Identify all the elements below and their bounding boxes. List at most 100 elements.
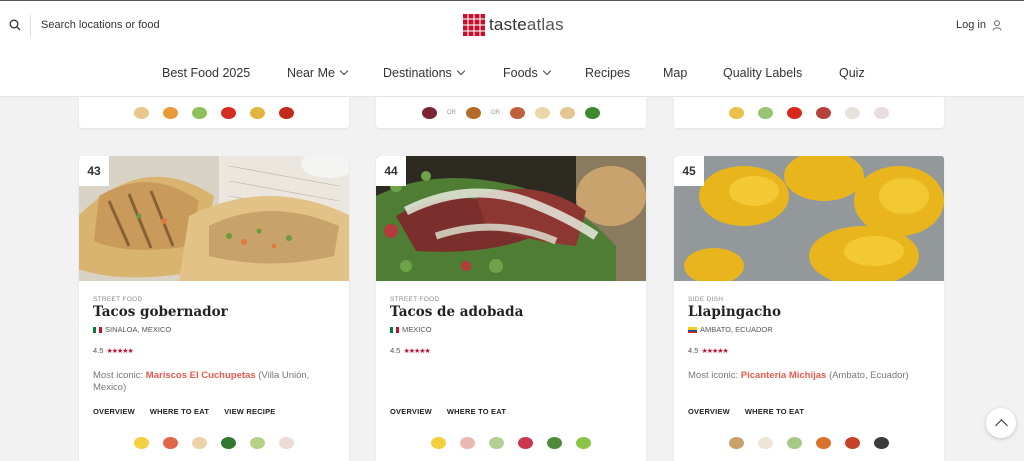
card-links: OVERVIEW WHERE TO EAT VIEW RECIPE xyxy=(93,407,275,416)
food-card[interactable]: 44 STREET FOOD Tacos de adobada MEXICO 4… xyxy=(376,156,646,461)
ecuador-flag-icon xyxy=(688,326,697,333)
ingredient-icon[interactable] xyxy=(518,437,533,449)
ingredient-icon[interactable] xyxy=(163,437,178,449)
search-icon[interactable] xyxy=(9,19,21,31)
rank-badge: 45 xyxy=(674,156,704,186)
nav-destinations[interactable]: Destinations xyxy=(383,66,466,80)
nav-label: Recipes xyxy=(585,66,631,80)
ingredient-icon[interactable] xyxy=(134,437,149,449)
login-button[interactable]: Log in xyxy=(956,19,1002,31)
tasteatlas-logo[interactable]: tasteatlas xyxy=(463,14,564,36)
main-nav: Best Food 2025 Near Me Destinations Food… xyxy=(0,50,1024,97)
ingredient-icon[interactable] xyxy=(221,437,236,449)
nav-foods[interactable]: Foods xyxy=(503,66,551,80)
ingredient-icon[interactable] xyxy=(874,437,889,449)
food-photo[interactable]: 43 xyxy=(79,156,349,281)
food-title[interactable]: Llapingacho xyxy=(688,304,781,320)
iconic-place-link[interactable]: Picantería Michijas xyxy=(741,370,827,381)
ingredient-icon[interactable] xyxy=(460,437,475,449)
food-photo[interactable]: 45 xyxy=(674,156,944,281)
ingredient-icon[interactable] xyxy=(510,107,525,119)
food-category: SIDE DISH xyxy=(688,296,724,303)
food-card[interactable]: 43 STREET FOOD Tacos gobernador SINALOA,… xyxy=(79,156,349,461)
ingredient-icon[interactable] xyxy=(466,107,481,119)
iconic-suffix: (Ambato, Ecuador) xyxy=(826,370,909,381)
previous-card-stub xyxy=(79,97,349,128)
search-input[interactable]: Search locations or food xyxy=(41,19,160,31)
nav-label: Map xyxy=(663,66,688,80)
mexico-flag-icon xyxy=(390,326,399,333)
ingredient-icon[interactable] xyxy=(729,107,744,119)
ingredient-icon[interactable] xyxy=(192,107,207,119)
overview-link[interactable]: OVERVIEW xyxy=(688,407,730,416)
food-photo[interactable]: 44 xyxy=(376,156,646,281)
logo-text-b: atlas xyxy=(526,15,564,34)
food-origin[interactable]: AMBATO, ECUADOR xyxy=(688,325,773,334)
ingredient-icon[interactable] xyxy=(787,107,802,119)
ingredient-icon[interactable] xyxy=(758,107,773,119)
card-links: OVERVIEW WHERE TO EAT xyxy=(390,407,506,416)
nav-map[interactable]: Map xyxy=(663,66,687,80)
ingredient-icon[interactable] xyxy=(547,437,562,449)
ingredient-icon[interactable] xyxy=(729,437,744,449)
ingredient-icon[interactable] xyxy=(758,437,773,449)
overview-link[interactable]: OVERVIEW xyxy=(93,407,135,416)
chevron-down-icon xyxy=(542,66,551,76)
nav-quality-labels[interactable]: Quality Labels xyxy=(723,66,802,80)
rating-stars: ★★★★★ xyxy=(403,347,430,355)
ingredient-icon[interactable] xyxy=(221,107,236,119)
previous-card-stub xyxy=(674,97,944,128)
rating-stars: ★★★★★ xyxy=(701,347,728,355)
ingredient-icon[interactable] xyxy=(279,107,294,119)
food-card[interactable]: 45 SIDE DISH Llapingacho AMBATO, ECUADOR… xyxy=(674,156,944,461)
most-iconic: Most iconic: Mariscos El Cuchupetas (Vil… xyxy=(93,370,333,394)
login-label: Log in xyxy=(956,19,986,31)
nav-recipes[interactable]: Recipes xyxy=(585,66,630,80)
ingredient-icon[interactable] xyxy=(192,437,207,449)
where-to-eat-link[interactable]: WHERE TO EAT xyxy=(745,407,804,416)
ingredient-icon[interactable] xyxy=(279,437,294,449)
nav-near-me[interactable]: Near Me xyxy=(287,66,349,80)
food-title[interactable]: Tacos gobernador xyxy=(93,304,228,320)
ingredient-icon[interactable] xyxy=(422,107,437,119)
nav-label: Near Me xyxy=(287,66,335,80)
ingredient-icon[interactable] xyxy=(845,437,860,449)
scroll-to-top-button[interactable] xyxy=(986,408,1016,438)
food-title[interactable]: Tacos de adobada xyxy=(390,304,523,320)
ingredient-icon[interactable] xyxy=(250,107,265,119)
where-to-eat-link[interactable]: WHERE TO EAT xyxy=(150,407,209,416)
nav-label: Quality Labels xyxy=(723,66,803,80)
ingredient-icon[interactable] xyxy=(576,437,591,449)
nav-best-food-2025[interactable]: Best Food 2025 xyxy=(162,66,250,80)
search-divider xyxy=(30,15,31,37)
origin-label: MEXICO xyxy=(402,325,432,334)
nav-quiz[interactable]: Quiz xyxy=(839,66,865,80)
food-origin[interactable]: SINALOA, MEXICO xyxy=(93,325,171,334)
ingredient-icon[interactable] xyxy=(787,437,802,449)
overview-link[interactable]: OVERVIEW xyxy=(390,407,432,416)
ingredient-icon[interactable] xyxy=(535,107,550,119)
ingredient-icon[interactable] xyxy=(816,107,831,119)
ingredient-icon[interactable] xyxy=(585,107,600,119)
user-icon xyxy=(992,19,1002,31)
view-recipe-link[interactable]: VIEW RECIPE xyxy=(224,407,275,416)
ingredient-icons-row xyxy=(79,107,349,119)
mexico-flag-icon xyxy=(93,326,102,333)
ingredient-icon[interactable] xyxy=(845,107,860,119)
ingredient-icon[interactable] xyxy=(134,107,149,119)
food-origin[interactable]: MEXICO xyxy=(390,325,432,334)
ingredient-icons-row xyxy=(376,437,646,449)
iconic-place-link[interactable]: Mariscos El Cuchupetas xyxy=(146,370,256,381)
ingredient-icon[interactable] xyxy=(560,107,575,119)
ingredient-icon[interactable] xyxy=(431,437,446,449)
nav-label: Best Food 2025 xyxy=(162,66,251,80)
card-links: OVERVIEW WHERE TO EAT xyxy=(688,407,804,416)
ingredient-icons-row: OR OR xyxy=(376,107,646,119)
ingredient-icon[interactable] xyxy=(163,107,178,119)
ingredient-icon[interactable] xyxy=(816,437,831,449)
ingredient-icon[interactable] xyxy=(874,107,889,119)
where-to-eat-link[interactable]: WHERE TO EAT xyxy=(447,407,506,416)
ingredient-icon[interactable] xyxy=(489,437,504,449)
food-rating: 4.5 ★★★★★ xyxy=(688,346,729,355)
ingredient-icon[interactable] xyxy=(250,437,265,449)
